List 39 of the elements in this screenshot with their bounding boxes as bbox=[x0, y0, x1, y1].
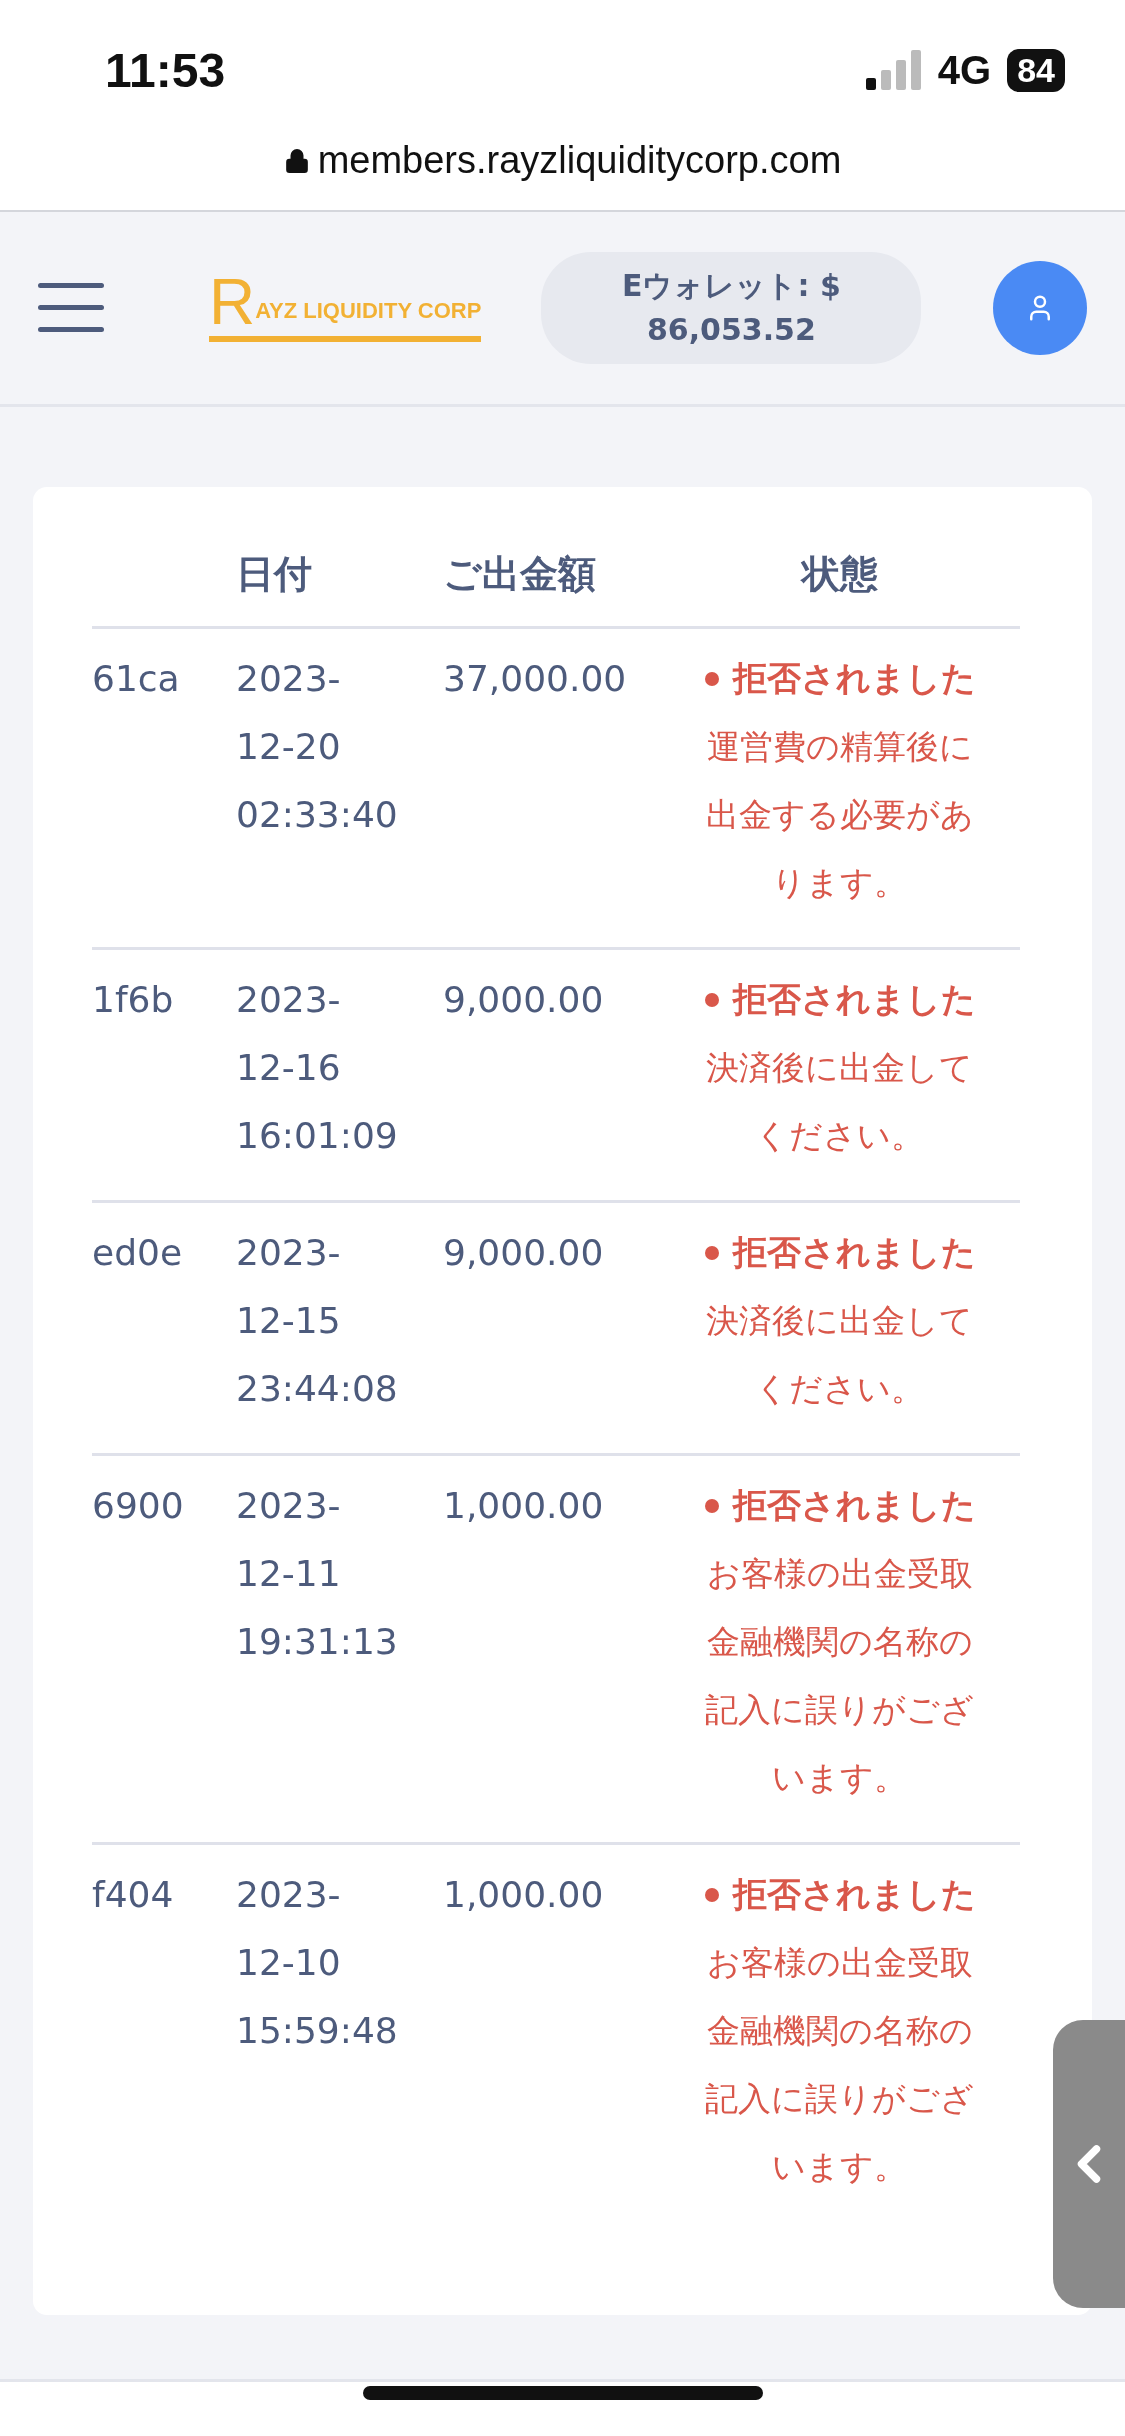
status-message: 決済後に出金してください。 bbox=[705, 1047, 975, 1157]
lock-icon bbox=[283, 148, 310, 174]
date-cell: 2023-12-11 19:31:13 bbox=[236, 1456, 443, 1845]
transaction-id: 6900 bbox=[92, 1456, 236, 1845]
date-cell: 2023-12-20 02:33:40 bbox=[236, 629, 443, 950]
logo-initial: R bbox=[209, 274, 256, 330]
wallet-label: Eウォレット: $ bbox=[621, 267, 841, 305]
column-header: ご出金額 bbox=[443, 527, 660, 629]
clock-time: 11:53 bbox=[105, 42, 226, 98]
status-label: 拒否されました bbox=[732, 978, 976, 1021]
status-label: 拒否されました bbox=[732, 657, 976, 700]
network-type: 4G bbox=[937, 47, 992, 93]
transaction-id: ed0e bbox=[92, 1203, 236, 1456]
amount-cell: 37,000.00 bbox=[443, 629, 660, 950]
status-message: 決済後に出金してください。 bbox=[705, 1300, 975, 1410]
battery-level: 84 bbox=[1007, 48, 1065, 92]
transaction-id: f404 bbox=[92, 1873, 175, 1917]
status-label: 拒否されました bbox=[732, 1873, 976, 1916]
signal-icon bbox=[865, 50, 922, 90]
status-message: お客様の出金受取金融機関の名称の記入に誤りがございます。 bbox=[704, 1942, 976, 2188]
transaction-id: 61ca bbox=[92, 629, 236, 950]
wallet-amount: 86,053.52 bbox=[646, 311, 816, 349]
date-cell-text: 2023-12-10 15:59:48 bbox=[236, 1873, 399, 2053]
status-label: 拒否されました bbox=[732, 1231, 976, 1274]
date-cell: 2023-12-15 23:44:08 bbox=[236, 1203, 443, 1456]
column-header: 状態 bbox=[660, 527, 1020, 629]
amount-cell: 9,000.00 bbox=[443, 1203, 660, 1456]
amount-cell: 9,000.00 bbox=[443, 950, 660, 1203]
menu-icon[interactable] bbox=[38, 283, 104, 333]
side-panel-handle[interactable] bbox=[1053, 2020, 1125, 2308]
amount-cell: 1,000.00 bbox=[443, 1456, 660, 1845]
status-label: 拒否されました bbox=[732, 1484, 976, 1527]
column-header: 日付 bbox=[236, 527, 443, 629]
transaction-id: 1f6b bbox=[92, 950, 236, 1203]
status-message: お客様の出金受取金融機関の名称の記入に誤りがございます。 bbox=[704, 1553, 976, 1799]
amount-cell-text: 1,000.00 bbox=[443, 1873, 605, 1917]
status-message: 運営費の精算後に出金する必要があります。 bbox=[705, 726, 975, 904]
logo-text: AYZ LIQUIDITY CORP bbox=[255, 298, 482, 324]
date-cell: 2023-12-16 16:01:09 bbox=[236, 950, 443, 1203]
